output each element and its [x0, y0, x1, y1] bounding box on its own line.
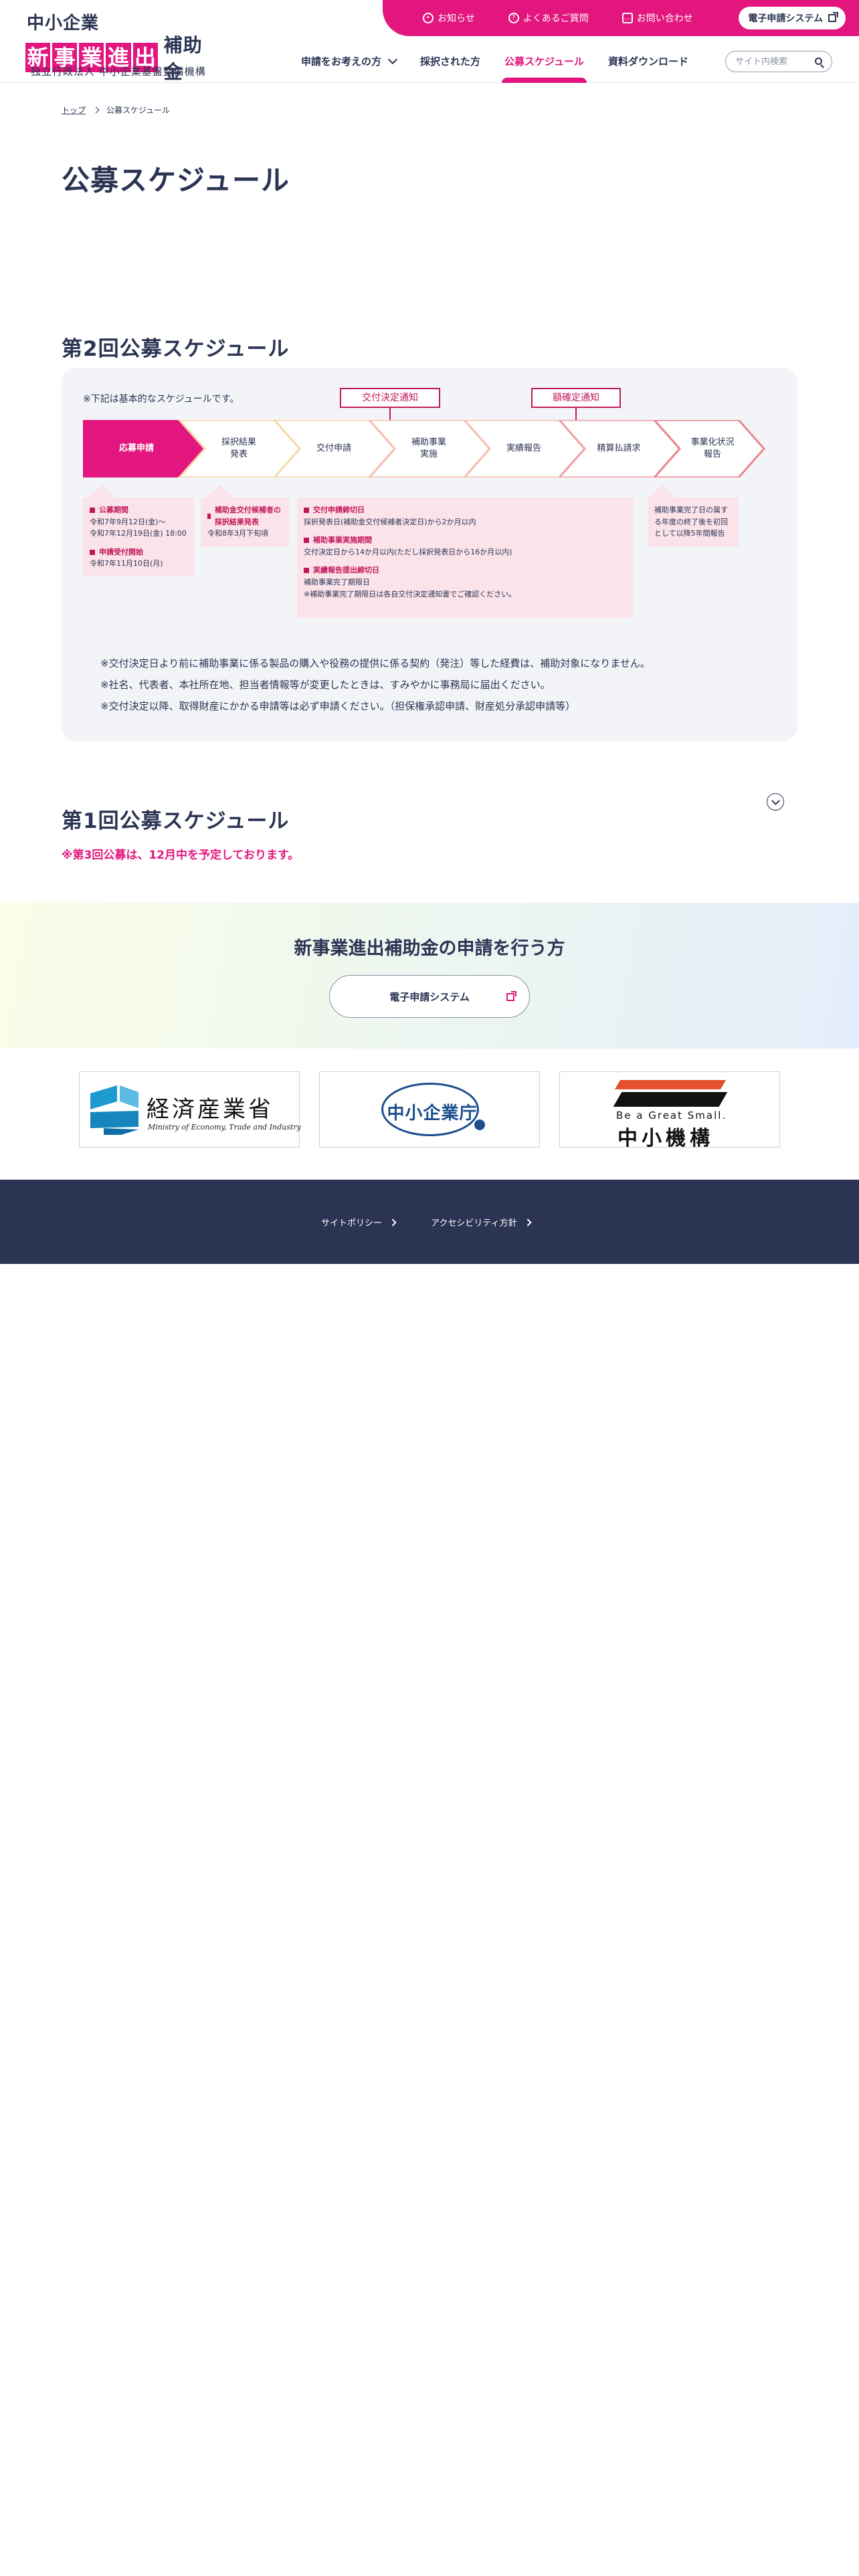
round2-title: 第2回公募スケジュール — [62, 337, 290, 361]
round3-notice: ※第3回公募は、12月中を予定しております。 — [62, 849, 300, 862]
flag-amount-confirmation: 額確定通知 — [531, 388, 621, 408]
detail-heading: 補助金交付候補者の採択結果発表 — [207, 504, 282, 528]
detail-main: 交付申請締切日 採択発表日(補助金交付候補者決定日)から2か月以内 補助事業実施… — [297, 498, 633, 618]
site-search — [725, 51, 832, 72]
detail-text: 令和7年11月10日(月) — [90, 559, 163, 568]
meti-logo-icon — [90, 1085, 138, 1135]
footer-site-policy[interactable]: サイトポリシー — [321, 1216, 397, 1228]
round1-title: 第1回公募スケジュール — [62, 809, 290, 833]
chevron-right-icon — [92, 106, 100, 114]
nav-adopted-label: 採択された方 — [420, 55, 481, 68]
nav-adopted[interactable]: 採択された方 — [420, 49, 480, 72]
footer-accessibility[interactable]: アクセシビリティ方針 — [431, 1216, 532, 1228]
detail-heading: 公募期間 — [90, 504, 187, 516]
smrj-logo-bar — [613, 1092, 728, 1107]
step-label: 補助事業 実施 — [411, 437, 446, 459]
step-label: 事業化状況 報告 — [690, 437, 735, 459]
detail-heading: 申請受付開始 — [90, 546, 187, 558]
nav-downloads[interactable]: 資料ダウンロード — [608, 49, 688, 72]
chevron-right-icon — [389, 1218, 397, 1226]
search-input[interactable] — [735, 56, 809, 67]
step-label: 採択結果 発表 — [221, 437, 256, 459]
detail-text: 補助事業完了日の属する年度の終了後を初回として以降5年間報告 — [654, 506, 728, 538]
logo-organization: 独立行政法人 中小企業基盤整備機構 — [31, 66, 206, 78]
cta-button-label: 電子申請システム — [389, 990, 470, 1003]
main-nav: 申請をお考えの方 採択された方 公募スケジュール 資料ダウンロード — [301, 49, 712, 83]
contact-link[interactable]: … お問い合わせ — [622, 11, 693, 25]
flag-grant-decision: 交付決定通知 — [340, 388, 440, 408]
breadcrumb-current: 公募スケジュール — [106, 106, 171, 115]
step-label: 実績報告 — [506, 443, 541, 454]
breadcrumb: トップ 公募スケジュール — [62, 104, 170, 116]
external-link-icon — [506, 991, 516, 1001]
smrj-banner[interactable]: Be a Great Small. 中小機構 — [559, 1071, 780, 1150]
nav-applicants-label: 申請をお考えの方 — [301, 55, 382, 68]
site-logo[interactable]: 中小企業 新 事 業 進 出 補助金 独立行政法人 中小企業基盤整備機構 — [25, 9, 213, 83]
schedule-notes: ※交付決定日より前に補助事業に係る製品の購入や役務の提供に係る契約（発注）等した… — [100, 653, 650, 717]
sme-agency-name: 中小企業庁 — [387, 1103, 478, 1123]
meti-english: Ministry of Economy, Trade and Industry — [148, 1123, 301, 1132]
search-icon[interactable] — [815, 58, 822, 65]
detail-pointer — [88, 484, 115, 498]
contact-link-label: お問い合わせ — [636, 13, 693, 24]
faq-link-label: よくあるご質問 — [522, 13, 589, 24]
note-item: ※社名、代表者、本社所在地、担当者情報等が変更したときは、すみやかに事務局に届出… — [100, 679, 551, 691]
detail-apply: 公募期間 令和7年9月12日(金)～ 令和7年12月19日(金) 18:00 申… — [83, 498, 194, 576]
chevron-down-icon — [387, 54, 398, 64]
step-label: 応募申請 — [118, 443, 154, 454]
application-cta: 新事業進出補助金の申請を行う方 電子申請システム — [0, 903, 859, 1049]
utility-bar: • お知らせ ? よくあるご質問 … お問い合わせ 電子申請システム — [383, 0, 859, 36]
cta-e-application-button[interactable]: 電子申請システム — [329, 975, 530, 1018]
detail-text: 採択発表日(補助金交付候補者決定日)から2か月以内 — [304, 517, 476, 526]
footer-link-label: アクセシビリティ方針 — [431, 1218, 517, 1228]
faq-link[interactable]: ? よくあるご質問 — [508, 11, 589, 25]
detail-heading: 交付申請締切日 — [304, 504, 626, 516]
detail-heading: 実績報告提出締切日 — [304, 564, 626, 576]
chat-icon: … — [622, 13, 633, 23]
external-link-icon — [828, 12, 838, 22]
note-item: ※交付決定日より前に補助事業に係る製品の購入や役務の提供に係る契約（発注）等した… — [100, 657, 650, 669]
detail-pointer — [206, 484, 233, 498]
detail-result: 補助金交付候補者の採択結果発表 令和8年3月下旬頃 — [201, 498, 289, 546]
sme-agency-dot — [474, 1119, 485, 1130]
cta-title: 新事業進出補助金の申請を行う方 — [294, 938, 565, 959]
chevron-right-icon — [523, 1218, 532, 1226]
sme-agency-logo-icon: 中小企業庁 — [381, 1083, 485, 1136]
detail-report: 補助事業完了日の属する年度の終了後を初回として以降5年間報告 — [648, 498, 739, 546]
nav-schedule[interactable]: 公募スケジュール — [502, 49, 587, 83]
meti-banner[interactable]: 経済産業省 Ministry of Economy, Trade and Ind… — [79, 1071, 301, 1148]
site-header: 中小企業 新 事 業 進 出 補助金 独立行政法人 中小企業基盤整備機構 • お… — [0, 0, 859, 83]
nav-applicants[interactable]: 申請をお考えの方 — [301, 49, 398, 72]
news-link-label: お知らせ — [438, 13, 475, 24]
bell-icon: • — [423, 13, 434, 23]
site-footer: サイトポリシー アクセシビリティ方針 — [0, 1180, 859, 1264]
smrj-logo-icon — [614, 1080, 727, 1089]
question-icon: ? — [508, 13, 519, 23]
smrj-name: 中小機構 — [617, 1127, 714, 1150]
nav-downloads-label: 資料ダウンロード — [607, 55, 688, 68]
detail-text: 補助事業完了期限日 ※補助事業完了期限日は各自交付決定通知書でご確認ください。 — [304, 577, 516, 599]
footer-link-label: サイトポリシー — [321, 1218, 383, 1228]
note-item: ※交付決定以降、取得財産にかかる申請等は必ず申請ください。（担保権承認申請、財産… — [100, 700, 576, 712]
accordion-toggle-chevron-icon[interactable] — [767, 793, 784, 811]
detail-text: 令和8年3月下旬頃 — [207, 529, 268, 538]
nav-schedule-label: 公募スケジュール — [504, 55, 584, 68]
detail-heading: 補助事業実施期間 — [304, 534, 626, 546]
step-label: 交付申請 — [316, 443, 351, 454]
page-title: 公募スケジュール — [62, 164, 290, 197]
step-label: 精算払請求 — [597, 443, 641, 454]
schedule-note: ※下記は基本的なスケジュールです。 — [83, 394, 240, 405]
detail-text: 令和7年9月12日(金)～ 令和7年12月19日(金) 18:00 — [90, 517, 187, 538]
smrj-tagline: Be a Great Small. — [616, 1109, 727, 1121]
detail-text: 交付決定日から14か月以内(ただし採択発表日から16か月以内) — [304, 547, 512, 556]
sme-agency-banner[interactable]: 中小企業庁 — [319, 1071, 540, 1148]
breadcrumb-home[interactable]: トップ — [62, 104, 86, 116]
news-link[interactable]: • お知らせ — [423, 11, 475, 25]
schedule-card: ※下記は基本的なスケジュールです。 交付決定通知 額確定通知 応募申請 採択結果… — [62, 368, 797, 741]
e-application-button[interactable]: 電子申請システム — [739, 7, 846, 29]
meti-name: 経済産業省 — [147, 1096, 274, 1123]
schedule-steps: 応募申請 採択結果 発表 交付申請 補助事業 実施 実績報告 精算払請求 事業化… — [83, 420, 765, 477]
e-application-label: 電子申請システム — [748, 13, 823, 24]
detail-pointer — [649, 484, 676, 498]
